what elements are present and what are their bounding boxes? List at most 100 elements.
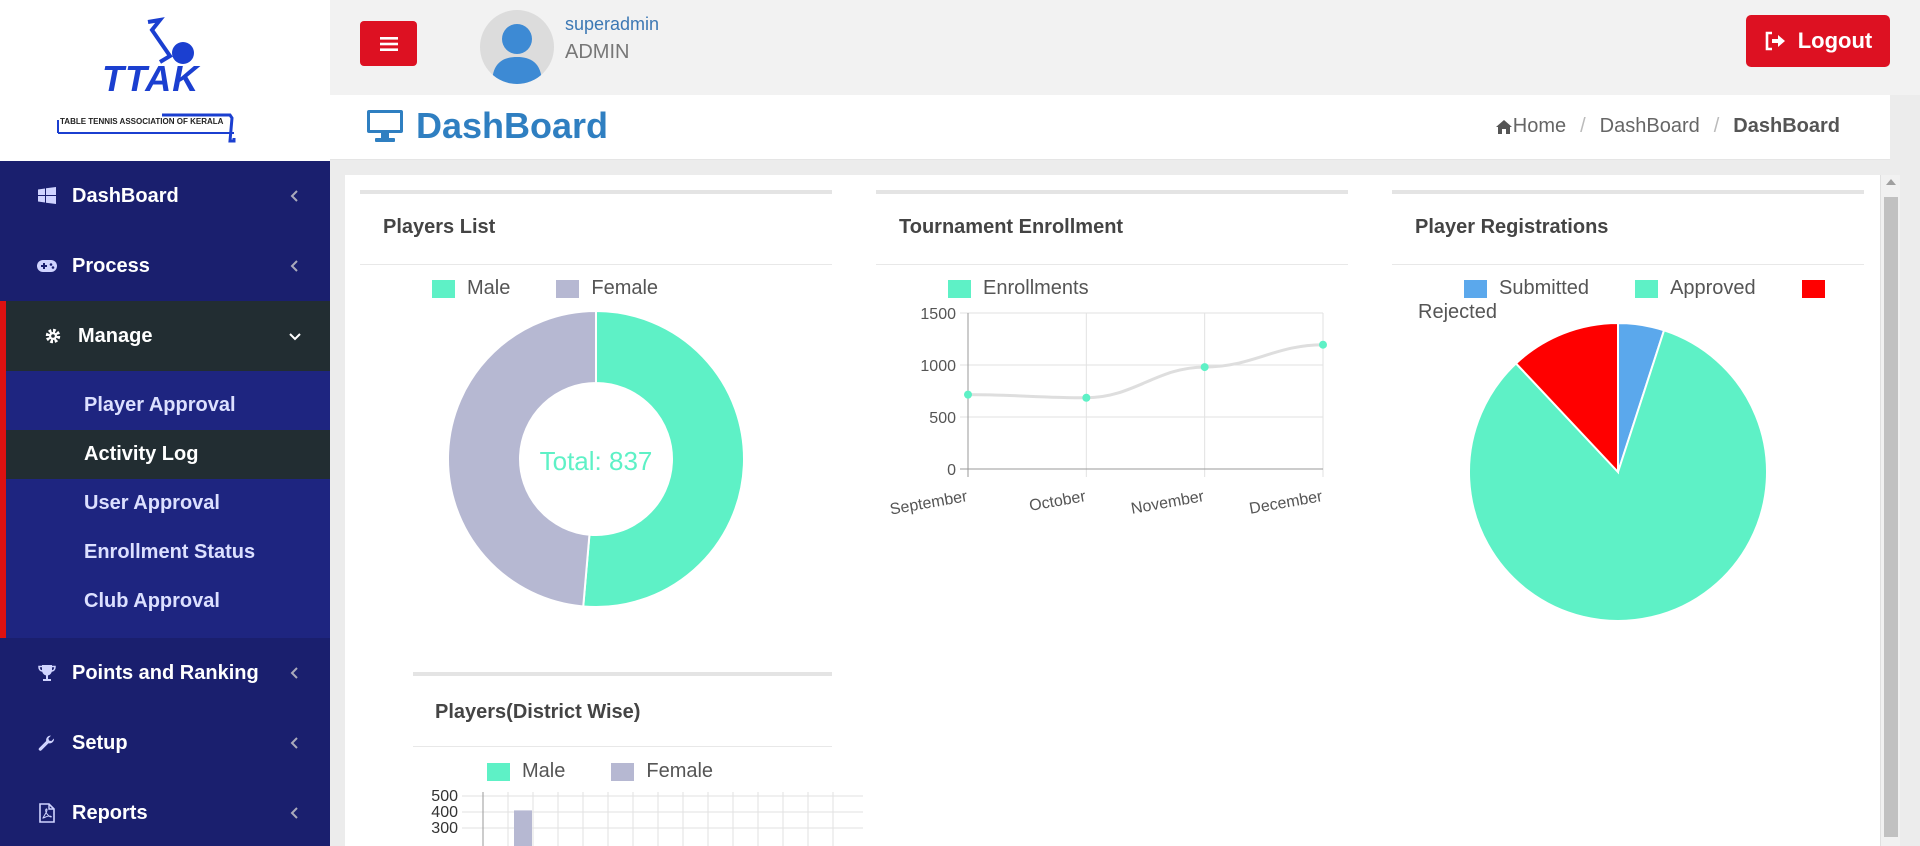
sidebar-subitem-enrollment-status[interactable]: Enrollment Status — [6, 528, 330, 577]
logout-button[interactable]: Logout — [1746, 15, 1890, 67]
chart-legend: Male Female — [432, 277, 658, 300]
legend-swatch-submitted — [1464, 279, 1487, 298]
chevron-left-icon — [290, 260, 298, 272]
gear-icon — [42, 325, 64, 347]
sidebar-subitem-player-approval[interactable]: Player Approval — [6, 381, 330, 430]
panel-title: Players List — [383, 216, 496, 238]
sidebar-item-setup[interactable]: Setup — [0, 708, 330, 778]
chart-legend: Enrollments — [948, 277, 1089, 300]
legend-swatch-male — [487, 762, 510, 781]
panel-title: Tournament Enrollment — [899, 216, 1124, 238]
legend-swatch-male — [432, 279, 455, 298]
legend-swatch-female — [556, 279, 580, 298]
legend-label-male: Male — [467, 277, 511, 299]
user-icon — [492, 24, 542, 84]
user-role: ADMIN — [565, 41, 630, 63]
chevron-left-icon — [290, 190, 298, 202]
chevron-down-icon — [289, 333, 301, 341]
legend-swatch-enrollments — [948, 279, 971, 298]
page-header: DashBoard Home / DashBoard / DashBoard — [330, 95, 1890, 160]
avatar[interactable] — [480, 10, 554, 84]
panel-divider — [360, 264, 832, 265]
username-link[interactable]: superadmin — [565, 14, 659, 35]
donut-center-label: Total: 837 — [539, 446, 653, 476]
data-point — [1319, 340, 1327, 349]
sidebar-item-label: Points and Ranking — [72, 661, 259, 684]
legend-label-female: Female — [591, 277, 659, 299]
panel-title: Players(District Wise) — [435, 701, 641, 723]
scroll-thumb[interactable] — [1884, 197, 1898, 837]
page-title: DashBoard — [366, 105, 608, 147]
logo-tagline: TABLE TENNIS ASSOCIATION OF KERALA — [60, 117, 224, 126]
logo[interactable]: TTAK TABLE TENNIS ASSOCIATION OF KERALA — [0, 0, 330, 161]
file-pdf-icon — [36, 802, 58, 824]
y-tick-label: 500 — [431, 788, 458, 805]
breadcrumb-current: DashBoard — [1733, 115, 1840, 137]
legend-label-rejected: Rejected — [1418, 301, 1497, 323]
data-point — [1200, 363, 1209, 372]
breadcrumb-separator: / — [1713, 115, 1720, 137]
menu-toggle-button[interactable] — [360, 21, 417, 66]
chevron-left-icon — [290, 737, 298, 749]
breadcrumb-home[interactable]: Home — [1495, 115, 1566, 138]
sidebar-item-label: Reports — [72, 801, 148, 824]
y-tick-label: 300 — [431, 820, 458, 837]
legend-label-female: Female — [646, 760, 714, 782]
sidebar-item-reports[interactable]: Reports — [0, 778, 330, 846]
chart-legend-rejected: Rejected — [1418, 301, 1497, 324]
page-scrollbar[interactable] — [1880, 175, 1900, 846]
breadcrumb: Home / DashBoard / DashBoard — [1495, 115, 1840, 138]
sidebar-subitem-user-approval[interactable]: User Approval — [6, 479, 330, 528]
y-tick-label: 400 — [431, 804, 458, 821]
logout-label: Logout — [1797, 28, 1873, 53]
top-header: superadmin ADMIN Logout — [330, 0, 1920, 95]
legend-label-male: Male — [522, 760, 566, 782]
players-list-panel: Players List Male Female Total: 837 — [360, 190, 832, 645]
y-tick-label: 1000 — [920, 358, 956, 375]
hamburger-icon — [379, 36, 398, 51]
scroll-up-arrow-icon[interactable] — [1886, 179, 1896, 185]
sidebar-item-label: DashBoard — [72, 184, 179, 207]
trophy-icon — [36, 662, 58, 684]
chart-legend: Male Female — [487, 760, 713, 783]
sidebar-item-label: Process — [72, 254, 150, 277]
breadcrumb-home-label: Home — [1512, 115, 1567, 137]
sidebar-item-process[interactable]: Process — [0, 231, 330, 301]
logo-mark-text: TTAK — [102, 58, 200, 99]
sign-out-icon — [1765, 31, 1785, 51]
tournament-enrollment-panel: Tournament Enrollment Enrollments 0 500 10… — [876, 190, 1348, 610]
legend-label-submitted: Submitted — [1499, 277, 1590, 299]
sidebar-item-points-and-ranking[interactable]: Points and Ranking — [0, 638, 330, 708]
sidebar-item-label: Setup — [72, 731, 128, 754]
sidebar-item-dashboard[interactable]: DashBoard — [0, 161, 330, 231]
enrollment-line-chart: 0 500 1000 1500 September October November Dece… — [889, 306, 1327, 519]
sidebar: TTAK TABLE TENNIS ASSOCIATION OF KERALA … — [0, 0, 330, 846]
sidebar-item-manage[interactable]: Manage — [0, 301, 330, 371]
page-title-text: DashBoard — [416, 105, 609, 146]
data-point — [964, 390, 972, 399]
chevron-left-icon — [290, 667, 298, 679]
panel-divider — [876, 264, 1348, 265]
sidebar-subitem-activity-log[interactable]: Activity Log — [6, 430, 330, 479]
legend-label-approved: Approved — [1670, 277, 1756, 299]
sidebar-item-label: Manage — [78, 324, 153, 347]
district-bar-chart: 300400500 — [431, 788, 863, 846]
breadcrumb-parent[interactable]: DashBoard — [1600, 115, 1700, 138]
legend-label-enrollments: Enrollments — [983, 277, 1089, 299]
legend-swatch-approved — [1635, 279, 1659, 298]
manage-submenu: Player Approval Activity Log User Approv… — [0, 371, 330, 638]
breadcrumb-separator: / — [1580, 115, 1586, 137]
bar-female — [514, 810, 532, 846]
x-tick-label: November — [1130, 488, 1206, 518]
chart-legend-submitted: Submitted Approved — [1464, 277, 1837, 300]
gamepad-icon — [36, 255, 58, 277]
legend-swatch-female — [611, 762, 635, 781]
panel-divider — [413, 746, 832, 747]
sidebar-subitem-club-approval[interactable]: Club Approval — [6, 577, 330, 626]
dashboard-content: Players List Male Female Total: 837 Play… — [345, 175, 1880, 846]
y-tick-label: 1500 — [920, 306, 956, 323]
monitor-icon — [367, 110, 403, 142]
y-tick-label: 0 — [947, 462, 956, 479]
x-tick-label: October — [1028, 488, 1088, 515]
panel-divider — [1392, 264, 1864, 265]
